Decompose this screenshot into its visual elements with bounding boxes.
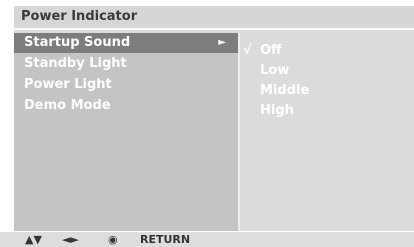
osd-menu-panel: Power Indicator Startup Sound ► Standby …: [14, 6, 414, 231]
check-mark-icon: √: [243, 43, 252, 58]
option-label: High: [260, 103, 294, 118]
submenu-arrow-icon: ►: [218, 37, 226, 48]
ok-button-icon: ◉: [108, 233, 118, 246]
option-low[interactable]: Low: [240, 61, 414, 81]
menu-item-demo-mode[interactable]: Demo Mode: [14, 96, 238, 116]
option-high[interactable]: High: [240, 101, 414, 121]
menu-item-label: Standby Light: [24, 56, 127, 71]
title-bar: Power Indicator: [14, 6, 414, 30]
option-label: Low: [260, 63, 290, 78]
option-off[interactable]: √ Off: [240, 41, 414, 61]
options-list: √ Off Low Middle High: [240, 33, 414, 231]
control-hint-bar: ▲▼ ◄► ◉ RETURN: [0, 232, 414, 247]
up-down-arrows-icon: ▲▼: [25, 233, 42, 246]
page-title: Power Indicator: [21, 9, 138, 24]
option-label: Middle: [260, 83, 310, 98]
return-hint-label: RETURN: [140, 233, 191, 246]
menu-item-label: Power Light: [24, 77, 112, 92]
menu-item-power-light[interactable]: Power Light: [14, 75, 238, 95]
left-right-arrows-icon: ◄►: [62, 233, 79, 246]
menu-item-startup-sound[interactable]: Startup Sound ►: [14, 33, 238, 53]
menu-item-label: Startup Sound: [24, 35, 131, 50]
option-label: Off: [260, 43, 282, 58]
menu-list: Startup Sound ► Standby Light Power Ligh…: [14, 33, 238, 231]
menu-item-standby-light[interactable]: Standby Light: [14, 54, 238, 74]
menu-item-label: Demo Mode: [24, 98, 111, 113]
option-middle[interactable]: Middle: [240, 81, 414, 101]
